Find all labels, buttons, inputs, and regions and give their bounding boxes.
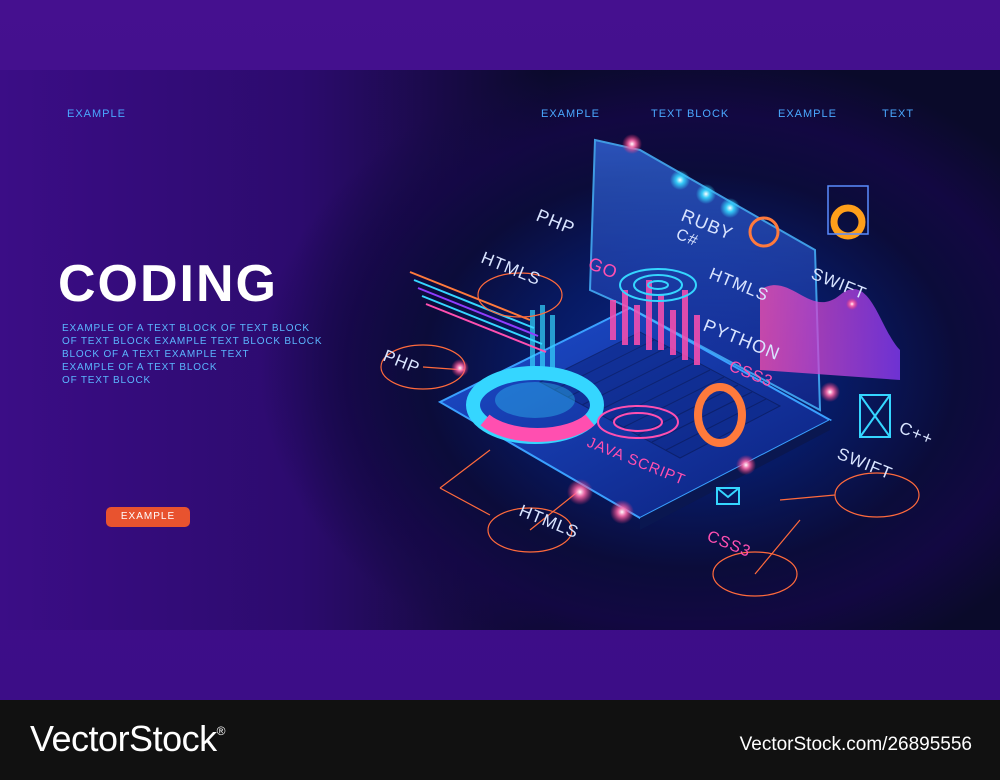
label-cpp: C++: [897, 418, 937, 449]
description-line: EXAMPLE OF A TEXT BLOCK: [62, 362, 218, 373]
label-swift-right: SWIFT: [835, 444, 896, 483]
description-line: EXAMPLE OF A TEXT BLOCK OF TEXT BLOCK: [62, 323, 310, 334]
nav-link-left[interactable]: EXAMPLE: [67, 108, 126, 120]
nav-link-4[interactable]: TEXT: [882, 108, 914, 120]
coding-laptop-illustration: PHP RUBY C# GO HTMLS HTMLS SWIFT PYTHON …: [380, 134, 937, 597]
description-line: OF TEXT BLOCK: [62, 375, 151, 386]
nav-link-3[interactable]: EXAMPLE: [778, 108, 837, 120]
example-cta-button[interactable]: EXAMPLE: [106, 507, 190, 527]
label-css3-bottom: CSS3: [705, 528, 754, 561]
description-line: BLOCK OF A TEXT EXAMPLE TEXT: [62, 349, 250, 360]
nav-link-1[interactable]: EXAMPLE: [541, 108, 600, 120]
label-htmls-bottom: HTMLS: [517, 501, 582, 542]
wave-chart: [760, 285, 900, 380]
envelope-icon: [716, 487, 740, 505]
label-php-left: PHP: [381, 346, 423, 378]
registered-mark: ®: [216, 724, 226, 738]
vectorstock-logo: VectorStock®: [30, 718, 225, 760]
logo-text: VectorStock: [30, 718, 217, 759]
stock-id-url: VectorStock.com/26895556: [739, 734, 972, 755]
hero-description: EXAMPLE OF A TEXT BLOCK OF TEXT BLOCK OF…: [62, 322, 342, 387]
description-line: OF TEXT BLOCK EXAMPLE TEXT BLOCK BLOCK: [62, 336, 323, 347]
hero-section: EXAMPLE EXAMPLE TEXT BLOCK EXAMPLE TEXT …: [0, 0, 1000, 700]
page-title: CODING: [58, 255, 278, 313]
pie-icon: [830, 204, 866, 240]
label-htmls-left: HTMLS: [479, 248, 544, 289]
label-php-top: PHP: [534, 205, 579, 239]
nav-link-2[interactable]: TEXT BLOCK: [651, 108, 729, 120]
